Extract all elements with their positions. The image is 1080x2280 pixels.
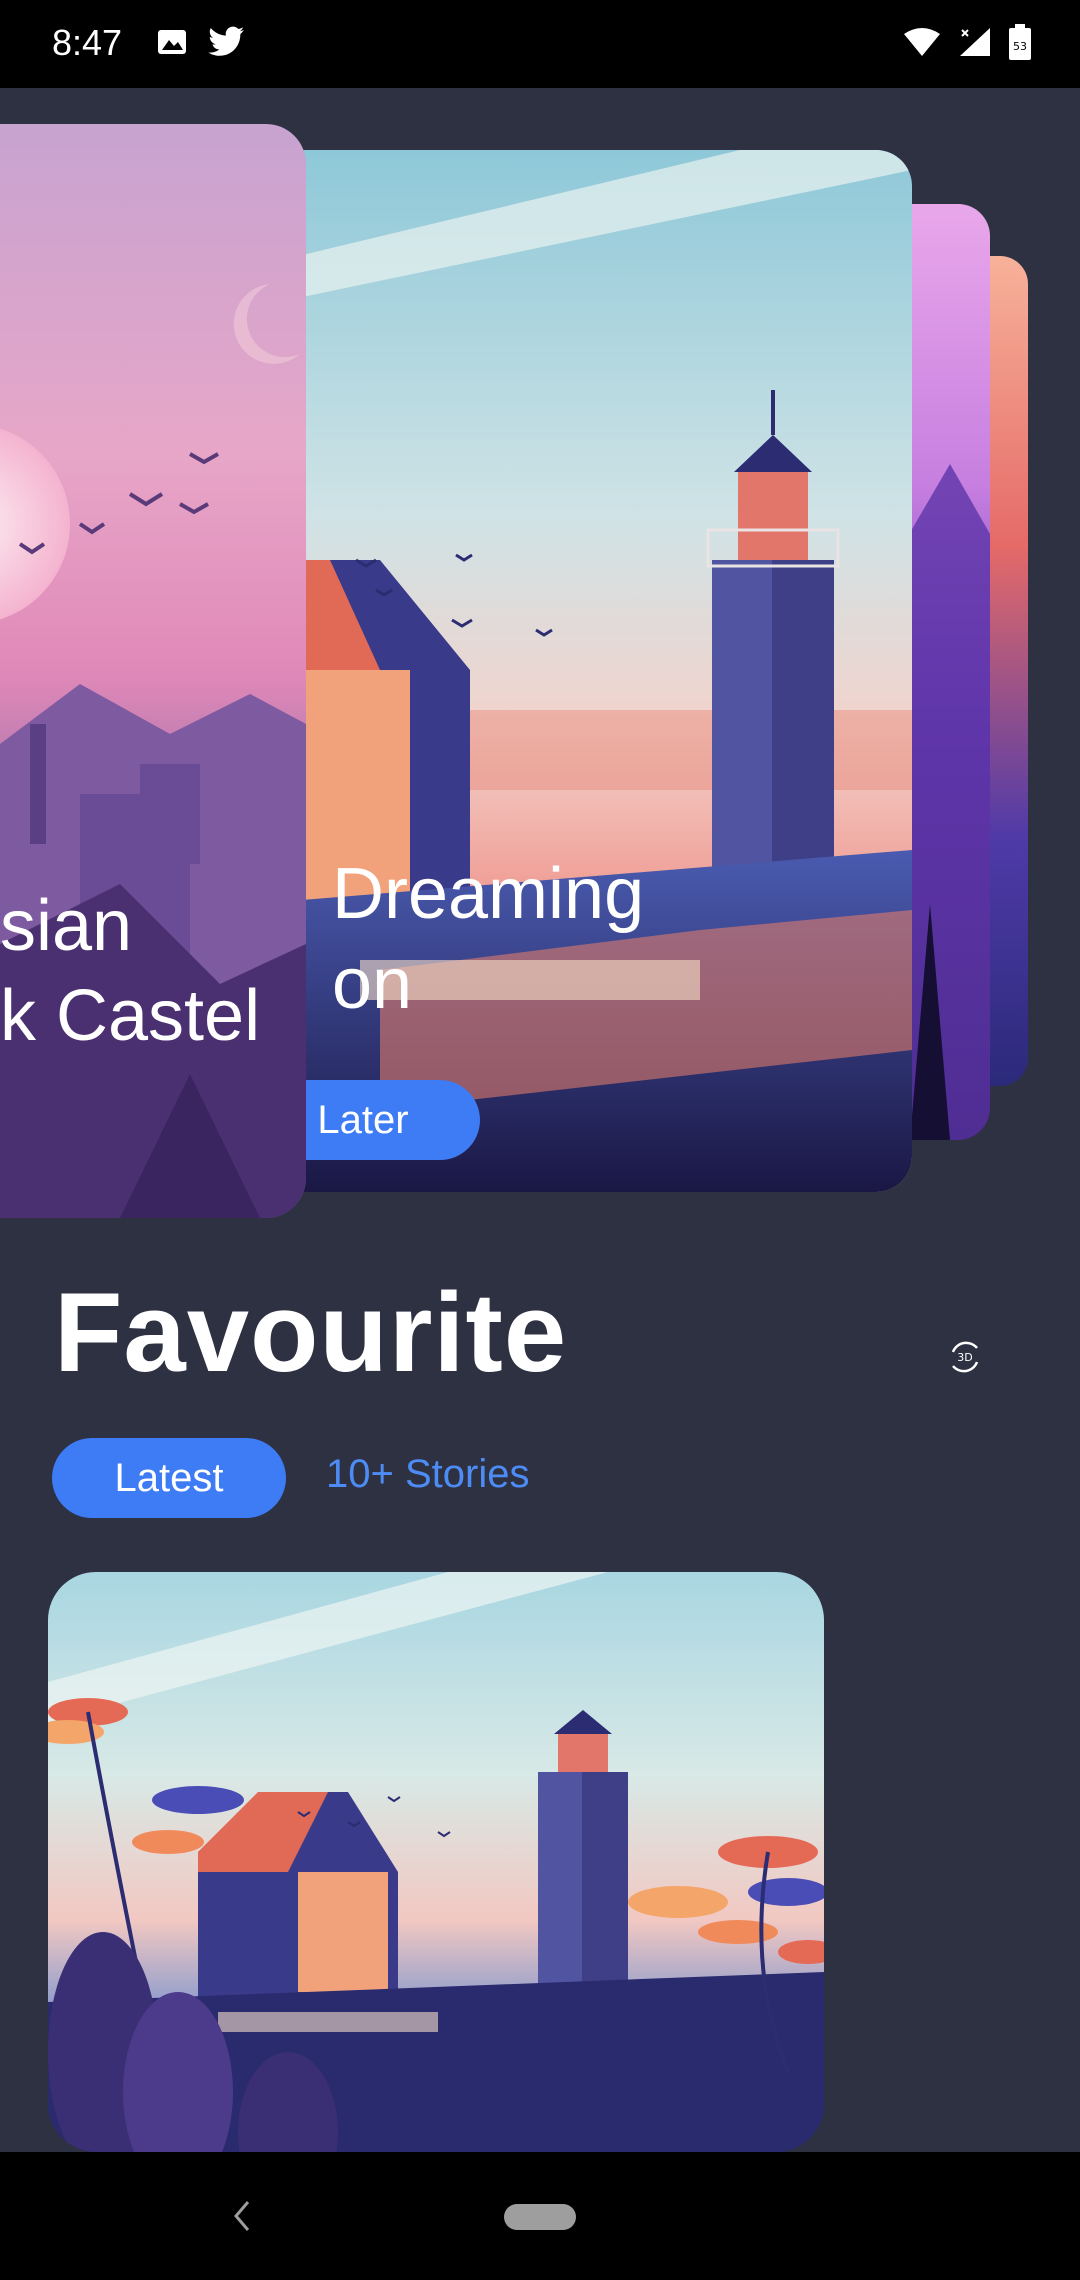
card-title-line1: sian <box>0 886 133 966</box>
status-time: 8:47 <box>52 22 123 63</box>
card-title-line2: on <box>332 944 413 1024</box>
card-title-line1: Dreaming <box>332 854 645 934</box>
section-title: Favourite <box>54 1270 568 1395</box>
signal-icon <box>960 28 990 56</box>
battery-level: 53 <box>1013 40 1027 53</box>
back-icon[interactable] <box>230 2198 254 2234</box>
favourite-story-card[interactable] <box>48 1572 824 2152</box>
wifi-icon <box>904 28 940 56</box>
card-title-line2: k Castel <box>0 976 261 1056</box>
twitter-icon <box>208 26 244 56</box>
3d-view-label: 3D <box>957 1351 972 1364</box>
battery-icon: 53 <box>1009 24 1031 60</box>
carousel-card-castle[interactable]: sian k Castel <box>0 124 306 1218</box>
3d-view-icon[interactable]: 3D <box>946 1338 984 1376</box>
status-bar: 8:47 53 <box>0 0 1080 88</box>
chip-latest[interactable]: Latest <box>52 1438 286 1518</box>
image-icon <box>158 30 186 54</box>
home-button[interactable] <box>504 2204 576 2230</box>
chip-stories[interactable]: 10+ Stories <box>326 1452 529 1497</box>
